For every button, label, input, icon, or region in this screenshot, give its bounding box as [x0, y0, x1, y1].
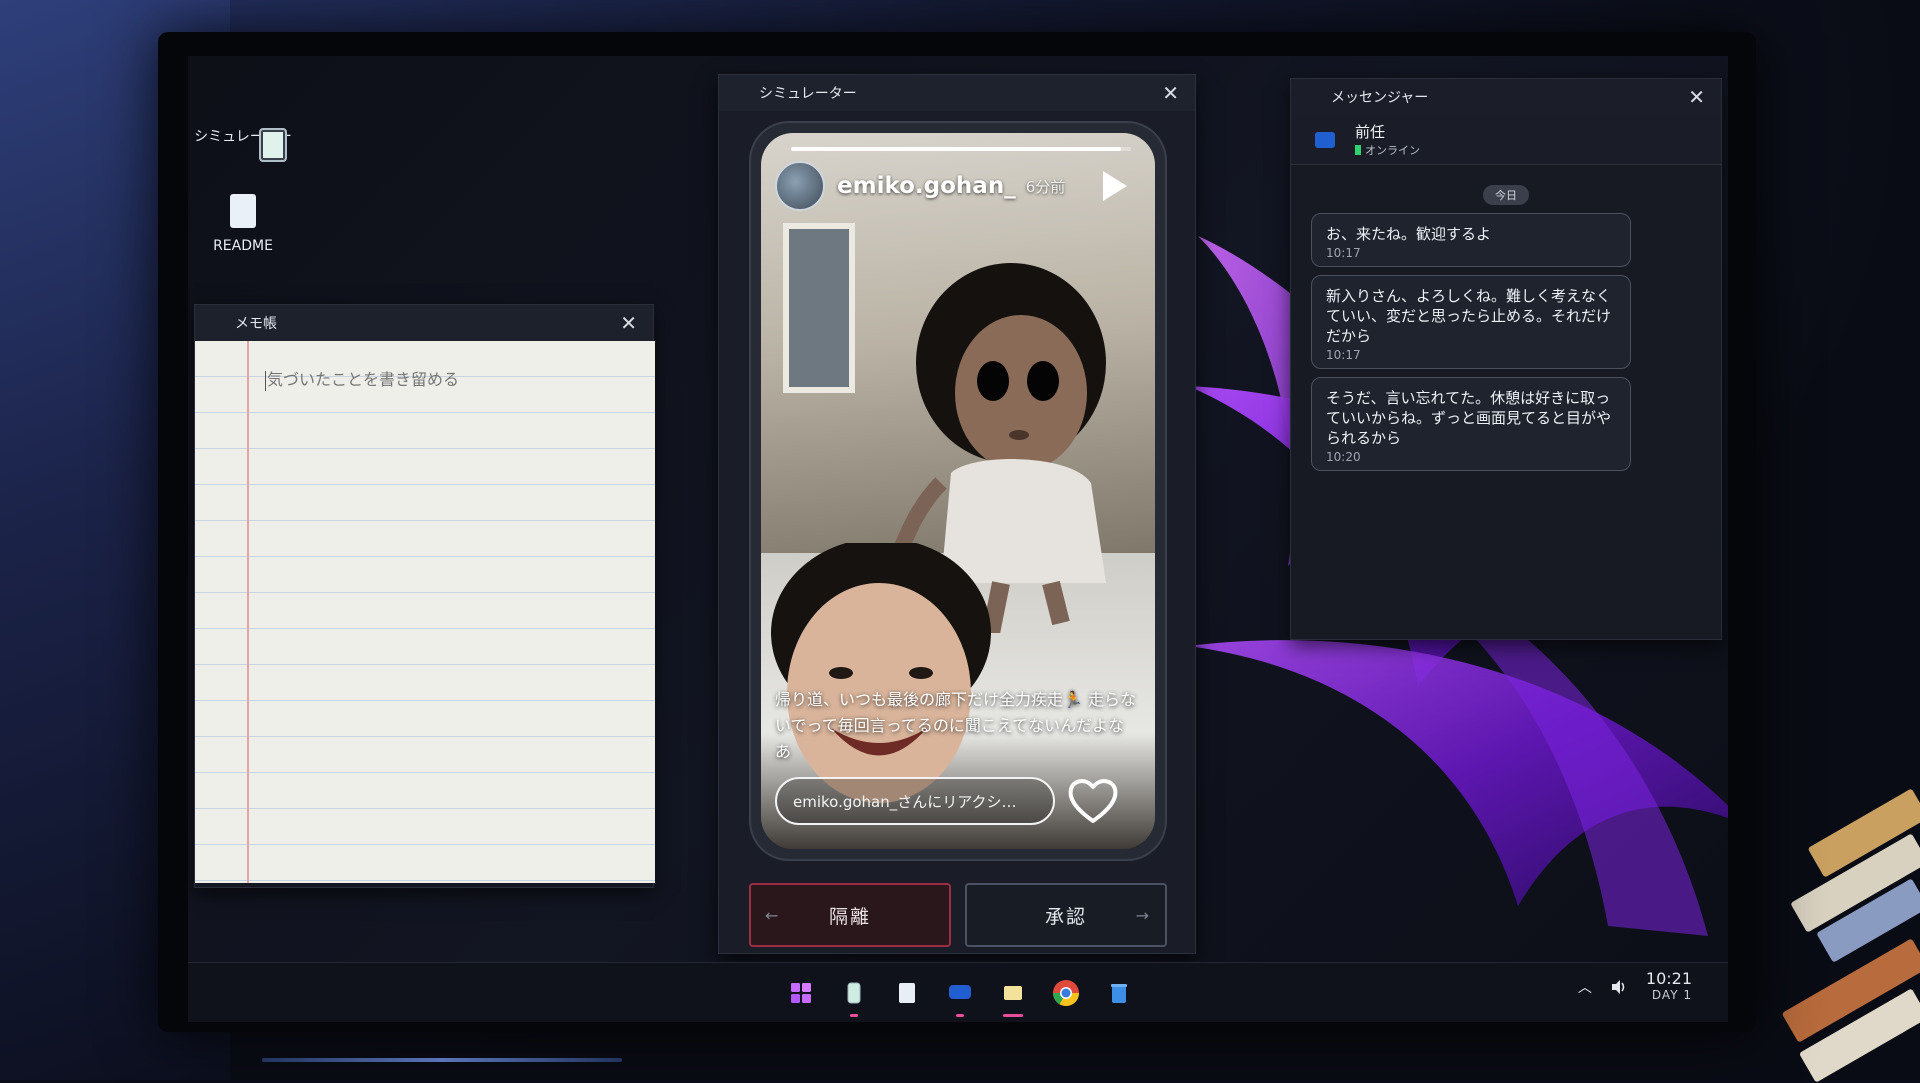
- messenger-title: メッセンジャー: [1331, 90, 1429, 106]
- browser-icon[interactable]: [1048, 975, 1084, 1011]
- message-time: 10:17: [1326, 246, 1361, 260]
- story-progress-bar: [791, 147, 1131, 151]
- notepad-title: メモ帳: [235, 316, 277, 332]
- story-view[interactable]: emiko.gohan_ 6分前 帰り道、いつも最後の廊下だけ全力疾走🏃 走らな…: [761, 133, 1155, 849]
- corridor-window: [783, 223, 855, 393]
- desktop-screen: シミュレーター README メモ帳 ✕ シミュレーター ✕: [188, 56, 1728, 1022]
- decision-buttons: ← 隔離 承認 →: [749, 883, 1167, 949]
- simulator-close-icon[interactable]: ✕: [1162, 83, 1179, 103]
- clock-time: 10:21: [1645, 969, 1692, 988]
- notepad-paper[interactable]: [195, 341, 655, 883]
- notepad-close-icon[interactable]: ✕: [620, 313, 637, 333]
- messenger-titlebar[interactable]: メッセンジャー ✕: [1291, 79, 1721, 115]
- messenger-window: メッセンジャー ✕ 前任 オンライン 今日 お、来たね。歓迎するよ 10:17 …: [1290, 78, 1722, 640]
- phone-app-icon: [259, 128, 287, 162]
- folder-icon[interactable]: [995, 975, 1031, 1017]
- day-separator: 今日: [1483, 185, 1529, 205]
- simulator-icon[interactable]: [836, 975, 872, 1017]
- message-text: 新入りさん、よろしくね。難しく考えなくていい、変だと思ったら止める。それだけだか…: [1326, 287, 1612, 345]
- desktop-icon-label: README: [213, 238, 273, 254]
- play-icon[interactable]: [1103, 171, 1127, 201]
- simulator-titlebar[interactable]: シミュレーター ✕: [719, 75, 1195, 111]
- story-reply-input[interactable]: emiko.gohan_さんにリアクシ…: [775, 777, 1055, 825]
- chat-bubble-icon: [1315, 131, 1335, 148]
- simulator-window: シミュレーター ✕ emiko.gohan_ 6分前 帰り道、いつも最後の廊下だ…: [718, 74, 1196, 954]
- story-time-ago: 6分前: [1025, 177, 1066, 196]
- volume-icon[interactable]: [1610, 979, 1628, 995]
- arrow-left-icon: ←: [765, 905, 781, 925]
- message-text: お、来たね。歓迎するよ: [1326, 225, 1492, 243]
- chevron-up-icon[interactable]: ︿: [1578, 977, 1592, 997]
- taskbar-apps: [783, 963, 1137, 1022]
- messenger-close-icon[interactable]: ✕: [1688, 87, 1705, 107]
- system-tray: ︿ 10:21 DAY 1: [1578, 971, 1692, 1003]
- story-header: emiko.gohan_ 6分前: [775, 161, 1141, 211]
- story-progress-fill: [791, 147, 1121, 151]
- message-bubble: そうだ、言い忘れてた。休憩は好きに取っていいからね。ずっと画面見てると目がやられ…: [1311, 377, 1631, 471]
- document-icon: [230, 194, 256, 228]
- notepad-input[interactable]: [265, 369, 635, 390]
- message-bubble: お、来たね。歓迎するよ 10:17: [1311, 213, 1631, 267]
- notepad-icon[interactable]: [889, 975, 925, 1011]
- message-text: そうだ、言い忘れてた。休憩は好きに取っていいからね。ずっと画面見てると目がやられ…: [1326, 389, 1612, 447]
- heart-icon[interactable]: [1065, 773, 1121, 829]
- notepad-window: メモ帳 ✕: [194, 304, 655, 888]
- contact-header: 前任 オンライン: [1291, 115, 1721, 165]
- message-time: 10:17: [1326, 348, 1361, 362]
- quarantine-button[interactable]: ← 隔離: [749, 883, 951, 947]
- taskbar: ︿ 10:21 DAY 1: [188, 962, 1728, 1022]
- approve-button[interactable]: 承認 →: [965, 883, 1167, 947]
- desktop-icon-simulator[interactable]: シミュレーター: [188, 82, 298, 162]
- phone-frame: emiko.gohan_ 6分前 帰り道、いつも最後の廊下だけ全力疾走🏃 走らな…: [749, 121, 1167, 861]
- story-caption: 帰り道、いつも最後の廊下だけ全力疾走🏃 走らないでって毎回言ってるのに聞こえてな…: [775, 690, 1137, 761]
- online-status-icon: [1355, 145, 1361, 155]
- paper-margin-line: [247, 341, 249, 883]
- contact-status-label: オンライン: [1365, 144, 1420, 157]
- message-time: 10:20: [1326, 450, 1361, 464]
- contact-name: 前任: [1355, 123, 1386, 141]
- start-icon[interactable]: [783, 975, 819, 1011]
- notepad-titlebar[interactable]: メモ帳 ✕: [195, 305, 653, 341]
- message-bubble: 新入りさん、よろしくね。難しく考えなくていい、変だと思ったら止める。それだけだか…: [1311, 275, 1631, 369]
- simulator-title: シミュレーター: [759, 86, 857, 102]
- quarantine-label: 隔離: [828, 905, 871, 928]
- story-username[interactable]: emiko.gohan_: [837, 173, 1016, 199]
- avatar[interactable]: [775, 161, 825, 211]
- messenger-icon[interactable]: [942, 975, 978, 1017]
- taskbar-clock[interactable]: 10:21 DAY 1: [1646, 971, 1692, 1003]
- story-reply-row: emiko.gohan_さんにリアクシ…: [775, 773, 1141, 829]
- bookshelf: [1770, 750, 1920, 1083]
- arrow-right-icon: →: [1135, 905, 1151, 925]
- approve-label: 承認: [1044, 905, 1087, 928]
- trash-icon[interactable]: [1101, 975, 1137, 1011]
- monitor-stand-light: [262, 1058, 622, 1062]
- clock-day: DAY 1: [1651, 988, 1692, 1002]
- desktop-icon-readme[interactable]: README: [188, 194, 298, 254]
- contact-status: オンライン: [1355, 142, 1420, 158]
